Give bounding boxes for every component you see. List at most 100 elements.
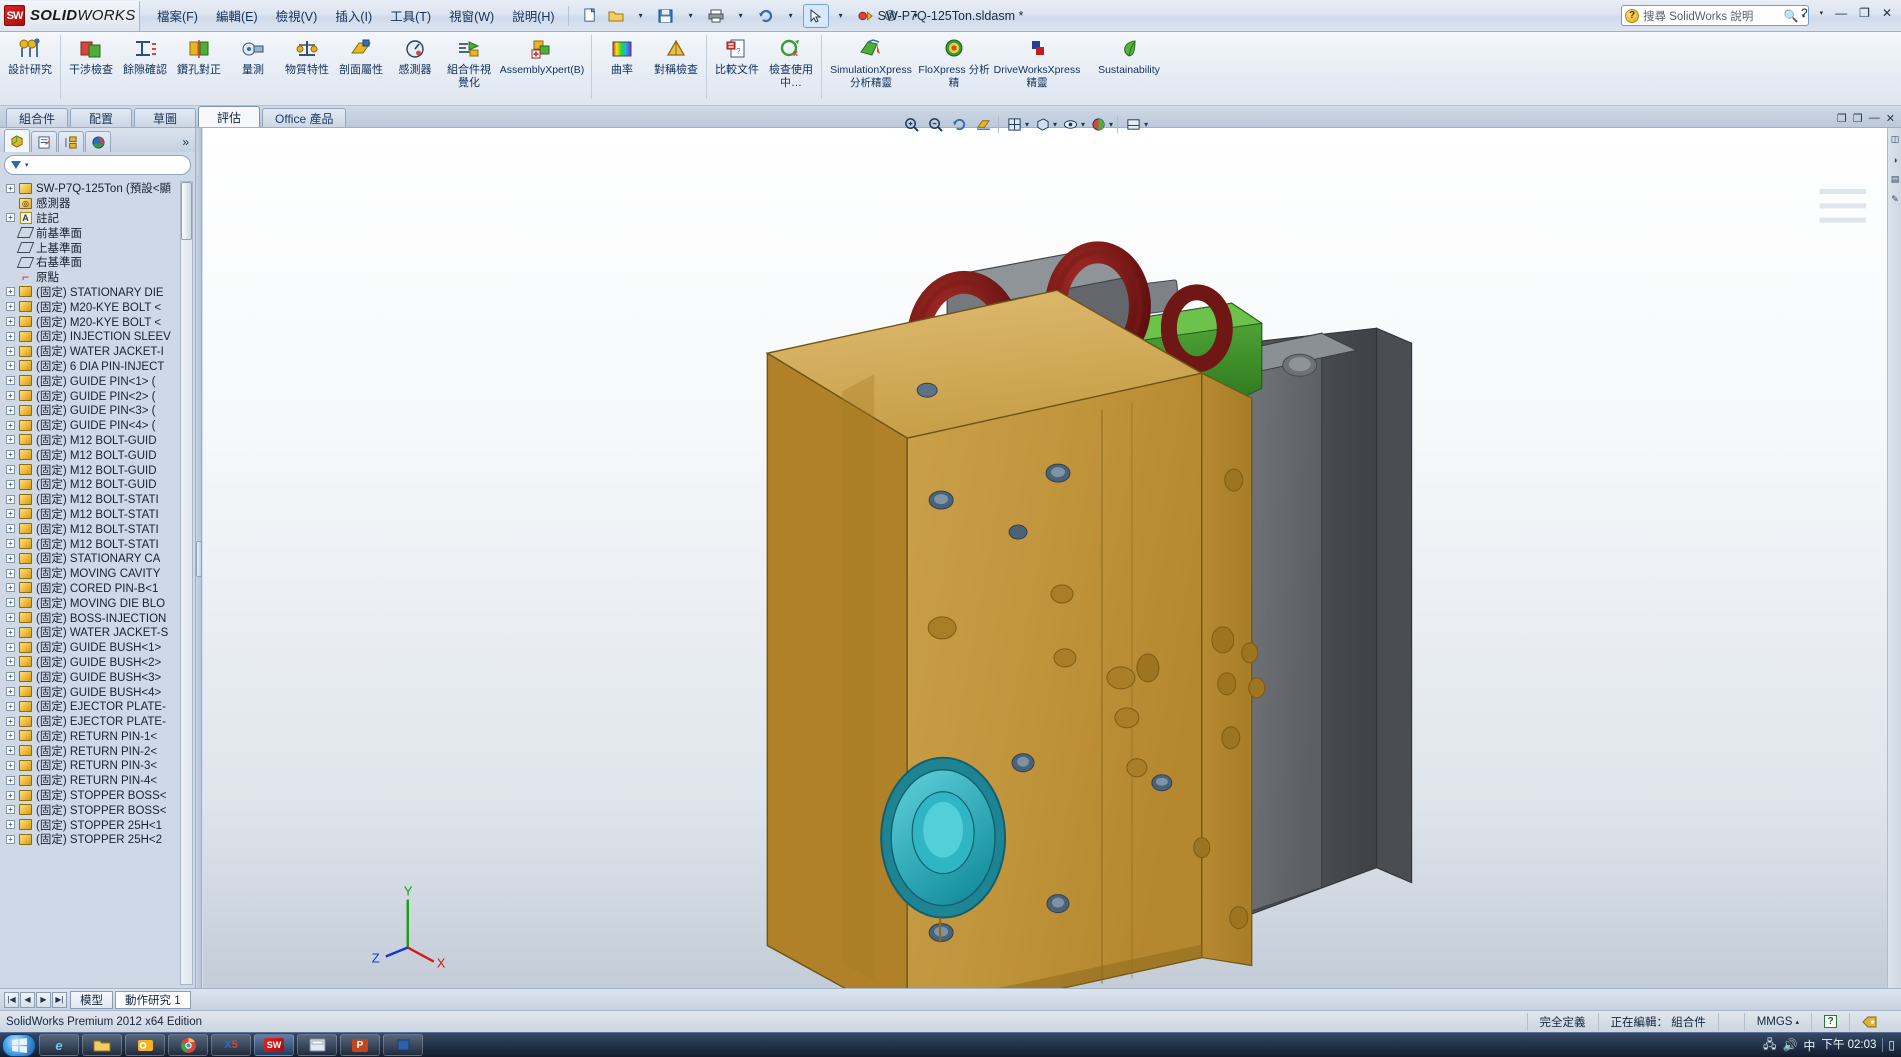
expand-toggle-icon[interactable]: + bbox=[6, 420, 15, 430]
tree-item[interactable]: + (固定) RETURN PIN-1< bbox=[2, 728, 195, 743]
sustainability-button[interactable]: Sustainability bbox=[1083, 32, 1175, 98]
doc-maximize-icon[interactable]: ❐ bbox=[1853, 112, 1863, 125]
tree-item[interactable]: + (固定) M12 BOLT-GUID bbox=[2, 447, 195, 462]
chevron-down-icon[interactable]: ▾ bbox=[25, 161, 29, 169]
expand-toggle-icon[interactable]: + bbox=[6, 287, 15, 297]
appearances-icon[interactable] bbox=[1087, 113, 1109, 135]
expand-toggle-icon[interactable]: + bbox=[6, 746, 15, 756]
print-icon[interactable] bbox=[704, 5, 728, 27]
expand-toggle-icon[interactable]: + bbox=[6, 583, 15, 593]
sensor-button[interactable]: 感測器 bbox=[388, 32, 442, 98]
chevron-down-icon[interactable]: ▾ bbox=[1081, 120, 1085, 129]
tree-item[interactable]: + (固定) M12 BOLT-GUID bbox=[2, 462, 195, 477]
expand-toggle-icon[interactable]: + bbox=[6, 479, 15, 489]
tree-item[interactable]: + (固定) GUIDE BUSH<1> bbox=[2, 640, 195, 655]
tree-item[interactable]: + (固定) STATIONARY CA bbox=[2, 551, 195, 566]
youtube-downloader-icon[interactable]: X5 bbox=[211, 1034, 251, 1056]
expand-toggle-icon[interactable]: + bbox=[6, 731, 15, 741]
expand-toggle-icon[interactable]: + bbox=[6, 790, 15, 800]
tree-item[interactable]: + (固定) GUIDE PIN<1> ( bbox=[2, 373, 195, 388]
compare-documents-button[interactable]: ? 比較文件 bbox=[710, 32, 764, 98]
zoom-to-area-icon[interactable] bbox=[924, 113, 946, 135]
start-orb-icon[interactable] bbox=[2, 1033, 36, 1057]
tree-root[interactable]: + SW-P7Q-125Ton (預設<顯 bbox=[2, 181, 195, 196]
splitter-grip[interactable] bbox=[196, 540, 202, 577]
status-help-toggle[interactable]: ? bbox=[1811, 1012, 1849, 1031]
chevron-down-icon[interactable]: ▾ bbox=[629, 5, 653, 27]
feature-tree-scrollbar[interactable] bbox=[180, 181, 193, 985]
menu-help[interactable]: 說明(H) bbox=[503, 2, 563, 29]
chevron-down-icon[interactable]: ▾ bbox=[1053, 120, 1057, 129]
doc-close-icon[interactable]: ✕ bbox=[1886, 112, 1895, 125]
feature-tree-filter[interactable]: ▾ bbox=[4, 155, 191, 175]
feature-tree[interactable]: + SW-P7Q-125Ton (預設<顯 ◎ 感測器 + A 註記 前基準面 上基準面 右基… bbox=[0, 178, 195, 988]
expand-toggle-icon[interactable]: + bbox=[6, 213, 15, 223]
save-icon[interactable] bbox=[654, 5, 678, 27]
input-method-icon[interactable]: 中 bbox=[1803, 1037, 1815, 1054]
help-button[interactable]: ? bbox=[1796, 4, 1813, 22]
nav-next-button[interactable]: ▶ bbox=[36, 991, 51, 1008]
internet-explorer-icon[interactable]: e bbox=[39, 1034, 79, 1056]
powerpoint-icon[interactable]: P bbox=[340, 1034, 380, 1056]
design-study-button[interactable]: 設計研究 bbox=[3, 32, 57, 98]
chevron-down-icon[interactable]: ▾ bbox=[904, 5, 928, 27]
menu-view[interactable]: 檢視(V) bbox=[267, 2, 327, 29]
tree-item[interactable]: + (固定) GUIDE BUSH<3> bbox=[2, 669, 195, 684]
chevron-down-icon[interactable]: ▾ bbox=[679, 5, 703, 27]
tree-item[interactable]: + (固定) RETURN PIN-4< bbox=[2, 773, 195, 788]
chevron-down-icon[interactable]: ▾ bbox=[779, 5, 803, 27]
expand-toggle-icon[interactable]: + bbox=[6, 820, 15, 830]
expand-toggle-icon[interactable]: + bbox=[6, 524, 15, 534]
close-button[interactable]: ✕ bbox=[1877, 4, 1897, 22]
new-document-icon[interactable] bbox=[579, 5, 603, 27]
outlook-icon[interactable] bbox=[125, 1034, 165, 1056]
chevron-down-icon[interactable]: ▾ bbox=[729, 5, 753, 27]
symmetry-check-button[interactable]: 對稱檢查 bbox=[649, 32, 703, 98]
tree-item[interactable]: ◎ 感測器 bbox=[2, 196, 195, 211]
nav-last-button[interactable]: ▶| bbox=[52, 991, 67, 1008]
expand-toggle-icon[interactable]: + bbox=[6, 331, 15, 341]
tree-item[interactable]: + (固定) GUIDE BUSH<4> bbox=[2, 684, 195, 699]
tree-item[interactable]: + (固定) EJECTOR PLATE- bbox=[2, 714, 195, 729]
assembly-visualization-button[interactable]: 組合件視覺化 bbox=[442, 32, 496, 98]
gold-die-block[interactable] bbox=[765, 289, 1266, 988]
feature-manager-more-tabs[interactable]: » bbox=[182, 135, 189, 152]
tree-item[interactable]: + (固定) M12 BOLT-GUID bbox=[2, 433, 195, 448]
section-properties-button[interactable]: 剖面屬性 bbox=[334, 32, 388, 98]
scrollbar-thumb[interactable] bbox=[181, 182, 192, 240]
help-search-box[interactable]: ? 搜尋 SolidWorks 說明 🔍 ▾ bbox=[1621, 5, 1809, 26]
custom-properties-icon[interactable]: ✎ bbox=[1888, 191, 1901, 208]
minimize-button[interactable]: — bbox=[1830, 4, 1852, 22]
solidworks-taskbar-icon[interactable]: SW bbox=[254, 1034, 294, 1056]
expand-toggle-icon[interactable]: + bbox=[6, 613, 15, 622]
graphics-viewport[interactable]: ≡ Y X Z ◫ ◑ ▤ ✎ bbox=[203, 128, 1901, 988]
expand-toggle-icon[interactable]: + bbox=[6, 805, 15, 815]
tree-item[interactable]: + (固定) STOPPER BOSS< bbox=[2, 802, 195, 817]
tab-model[interactable]: 模型 bbox=[70, 990, 113, 1009]
expand-toggle-icon[interactable]: + bbox=[6, 657, 15, 667]
expand-toggle-icon[interactable]: + bbox=[6, 302, 15, 312]
tree-item[interactable]: + (固定) WATER JACKET-S bbox=[2, 625, 195, 640]
section-view-icon[interactable] bbox=[972, 113, 994, 135]
doc-restore-icon[interactable]: ❐ bbox=[1837, 112, 1847, 125]
expand-toggle-icon[interactable]: + bbox=[6, 568, 15, 578]
expand-toggle-icon[interactable]: + bbox=[6, 627, 15, 637]
tree-item[interactable]: 前基準面 bbox=[2, 225, 195, 240]
tree-item[interactable]: + (固定) STOPPER BOSS< bbox=[2, 788, 195, 803]
options-gear-icon[interactable] bbox=[879, 5, 903, 27]
tree-item[interactable]: + (固定) STOPPER 25H<2 bbox=[2, 832, 195, 847]
expand-toggle-icon[interactable]: + bbox=[6, 598, 15, 608]
tab-displaymanager[interactable] bbox=[85, 131, 111, 152]
status-unit-system[interactable]: MMGS ▴ bbox=[1743, 1012, 1811, 1031]
chevron-down-icon[interactable]: ▾ bbox=[1109, 120, 1113, 129]
doc-minimize-icon[interactable]: — bbox=[1869, 112, 1880, 125]
tree-item[interactable]: 上基準面 bbox=[2, 240, 195, 255]
view-orientation-icon[interactable] bbox=[1003, 113, 1025, 135]
tree-item[interactable]: + (固定) M20-KYE BOLT < bbox=[2, 299, 195, 314]
tree-item[interactable]: + (固定) CORED PIN-B<1 bbox=[2, 581, 195, 596]
expand-toggle-icon[interactable]: + bbox=[6, 361, 15, 371]
display-style-icon[interactable] bbox=[1031, 113, 1053, 135]
assembly-xpert-button[interactable]: AssemblyXpert(B) bbox=[496, 32, 588, 98]
tab-layout[interactable]: 配置 bbox=[70, 108, 133, 127]
previous-view-icon[interactable] bbox=[948, 113, 970, 135]
